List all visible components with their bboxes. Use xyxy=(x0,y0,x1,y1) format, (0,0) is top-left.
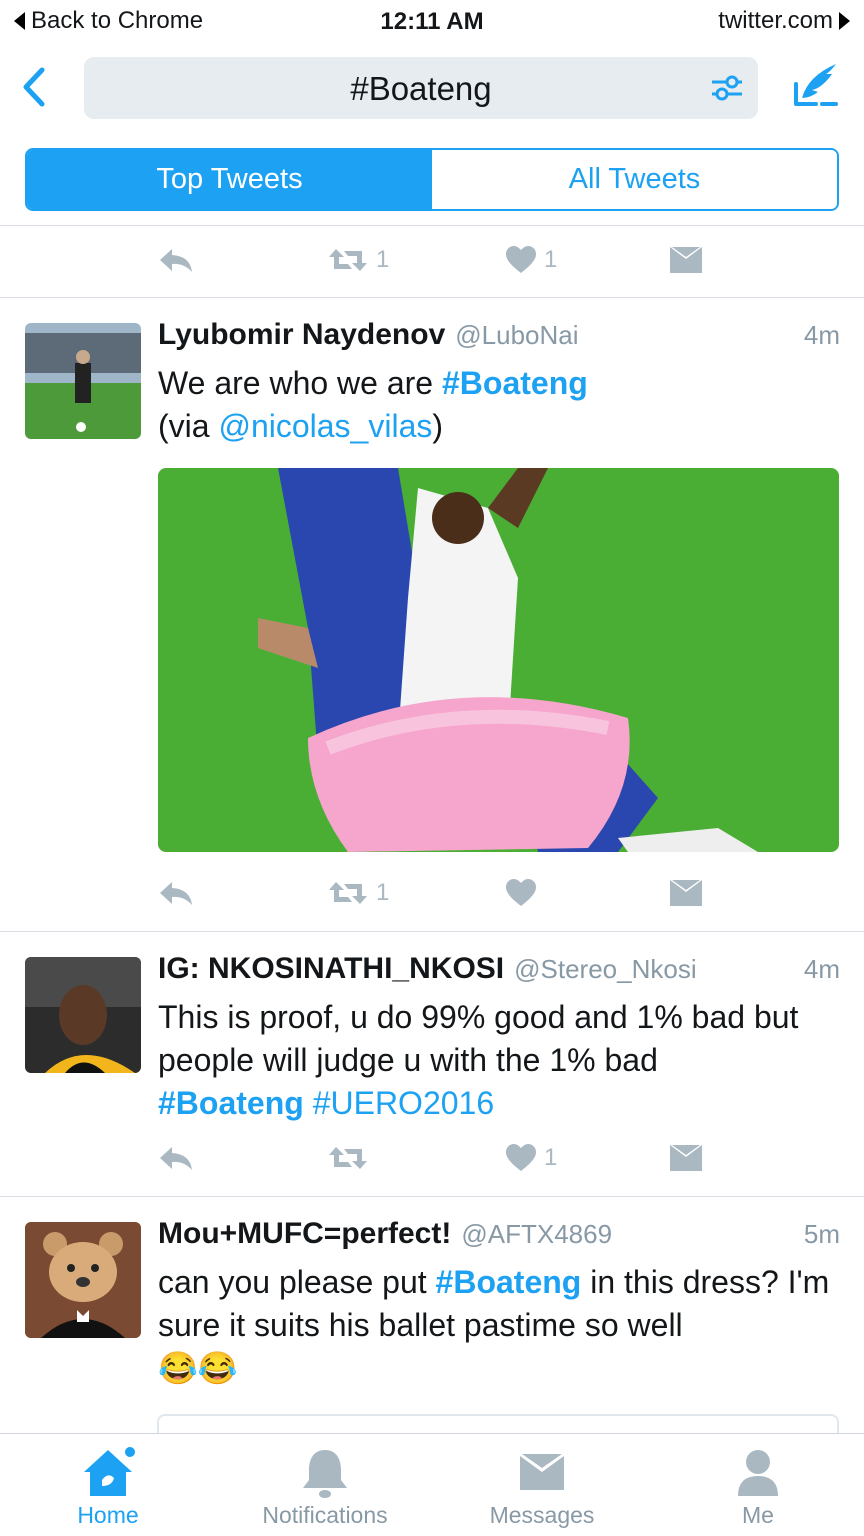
tweet-text-segment: ) xyxy=(432,408,444,444)
person-icon xyxy=(738,1450,778,1496)
direct-message-button[interactable] xyxy=(670,873,702,913)
mention-link[interactable]: @nicolas_vilas xyxy=(218,408,432,444)
filter-sliders-icon[interactable] xyxy=(710,71,744,105)
author-handle[interactable]: @AFTX4869 xyxy=(461,1219,612,1250)
tweet-header: Mou+MUFC=perfect! @AFTX4869 5m xyxy=(158,1217,840,1257)
reply-button[interactable] xyxy=(158,240,194,280)
avatar[interactable] xyxy=(25,323,141,439)
search-header: #Boateng xyxy=(0,42,864,138)
like-button[interactable]: 1 xyxy=(506,240,557,280)
tab-home[interactable]: Home xyxy=(0,1434,216,1536)
tab-home-label: Home xyxy=(77,1502,139,1528)
avatar-image xyxy=(25,323,141,439)
tab-top-tweets[interactable]: Top Tweets xyxy=(27,150,432,209)
envelope-icon xyxy=(520,1454,564,1490)
reply-icon xyxy=(160,249,192,272)
avatar[interactable] xyxy=(25,957,141,1073)
retweet-icon xyxy=(329,1147,367,1169)
tab-messages-label: Messages xyxy=(489,1502,595,1528)
tweet-text-segment: This is proof, u do 99% good and 1% bad … xyxy=(158,999,799,1078)
tweets-filter-segment: Top Tweets All Tweets xyxy=(25,148,839,211)
status-bar: Back to Chrome 12:11 AM twitter.com xyxy=(0,0,864,42)
direct-message-button[interactable] xyxy=(670,1138,702,1178)
tweet-text: This is proof, u do 99% good and 1% bad … xyxy=(158,996,848,1125)
reply-button[interactable] xyxy=(158,1138,194,1178)
retweet-button[interactable]: 1 xyxy=(328,240,389,280)
divider xyxy=(0,297,864,298)
divider xyxy=(0,931,864,932)
tab-all-tweets[interactable]: All Tweets xyxy=(432,150,837,209)
tweet-actions: 1 xyxy=(158,1138,718,1178)
tweet-time: 4m xyxy=(803,954,840,984)
tab-messages[interactable]: Messages xyxy=(434,1434,650,1536)
tab-notifications[interactable]: Notifications xyxy=(217,1434,433,1536)
bottom-tab-bar: Home Notifications Messages Me xyxy=(0,1433,864,1536)
tweet-photo-image xyxy=(158,468,839,852)
avatar-image xyxy=(25,1222,141,1338)
retweet-button[interactable]: 1 xyxy=(328,873,389,913)
site-domain[interactable]: twitter.com xyxy=(718,7,850,35)
forward-triangle-icon xyxy=(839,12,850,30)
like-count: 1 xyxy=(544,1144,558,1171)
like-button[interactable] xyxy=(506,873,536,913)
tweet-text-segment: can you please put xyxy=(158,1264,436,1300)
retweet-icon xyxy=(329,249,367,271)
tweet-time: 5m xyxy=(803,1219,840,1249)
retweet-icon xyxy=(329,882,367,904)
reply-icon xyxy=(160,1147,192,1170)
retweet-count: 1 xyxy=(376,246,390,273)
hashtag-link[interactable]: #Boateng xyxy=(158,1085,304,1121)
tab-notifications-label: Notifications xyxy=(262,1502,388,1528)
tweet-header: IG: NKOSINATHI_NKOSI @Stereo_Nkosi 4m xyxy=(158,952,840,992)
tab-me-label: Me xyxy=(742,1502,774,1528)
tab-me[interactable]: Me xyxy=(650,1434,864,1536)
divider xyxy=(0,225,864,226)
like-button[interactable]: 1 xyxy=(506,1138,557,1178)
heart-icon xyxy=(506,879,536,906)
tweet-time: 4m xyxy=(803,320,840,350)
avatar-image xyxy=(25,957,141,1073)
tweet-text-segment: We are who we are xyxy=(158,365,442,401)
envelope-icon xyxy=(670,880,702,906)
like-count: 1 xyxy=(544,246,558,273)
retweet-count: 1 xyxy=(376,879,390,906)
tweet-text: We are who we are #Boateng (via @nicolas… xyxy=(158,362,848,448)
home-icon xyxy=(84,1447,135,1496)
direct-message-button[interactable] xyxy=(670,240,702,280)
heart-icon xyxy=(506,1144,536,1171)
envelope-icon xyxy=(670,247,702,273)
search-box[interactable]: #Boateng xyxy=(84,57,758,119)
tweet-text: can you please put #Boateng in this dres… xyxy=(158,1261,848,1390)
tweet-actions: 1 1 xyxy=(158,240,718,280)
hashtag-link[interactable]: #Boateng xyxy=(436,1264,582,1300)
emoji-laughing: 😂😂 xyxy=(158,1350,238,1386)
heart-icon xyxy=(506,246,536,273)
hashtag-link[interactable]: #UERO2016 xyxy=(313,1085,494,1121)
tweet-header: Lyubomir Naydenov @LuboNai 4m xyxy=(158,318,840,358)
chevron-left-icon[interactable] xyxy=(14,62,54,112)
hashtag-link[interactable]: #Boateng xyxy=(442,365,588,401)
tweet-photo[interactable] xyxy=(158,468,839,852)
avatar[interactable] xyxy=(25,1222,141,1338)
author-name[interactable]: Mou+MUFC=perfect! xyxy=(158,1217,451,1251)
tweet-actions: 1 xyxy=(158,873,718,913)
author-handle[interactable]: @Stereo_Nkosi xyxy=(514,954,696,985)
divider xyxy=(0,1196,864,1197)
author-handle[interactable]: @LuboNai xyxy=(455,320,578,351)
author-name[interactable]: IG: NKOSINATHI_NKOSI xyxy=(158,952,504,986)
author-name[interactable]: Lyubomir Naydenov xyxy=(158,318,445,352)
tweet-text-segment: (via xyxy=(158,408,219,444)
bell-icon xyxy=(303,1450,347,1498)
reply-button[interactable] xyxy=(158,873,194,913)
retweet-button[interactable] xyxy=(328,1138,368,1178)
compose-tweet-icon[interactable] xyxy=(792,58,840,108)
reply-icon xyxy=(160,882,192,905)
envelope-icon xyxy=(670,1145,702,1171)
site-domain-label: twitter.com xyxy=(718,7,833,34)
search-query: #Boateng xyxy=(350,70,492,107)
